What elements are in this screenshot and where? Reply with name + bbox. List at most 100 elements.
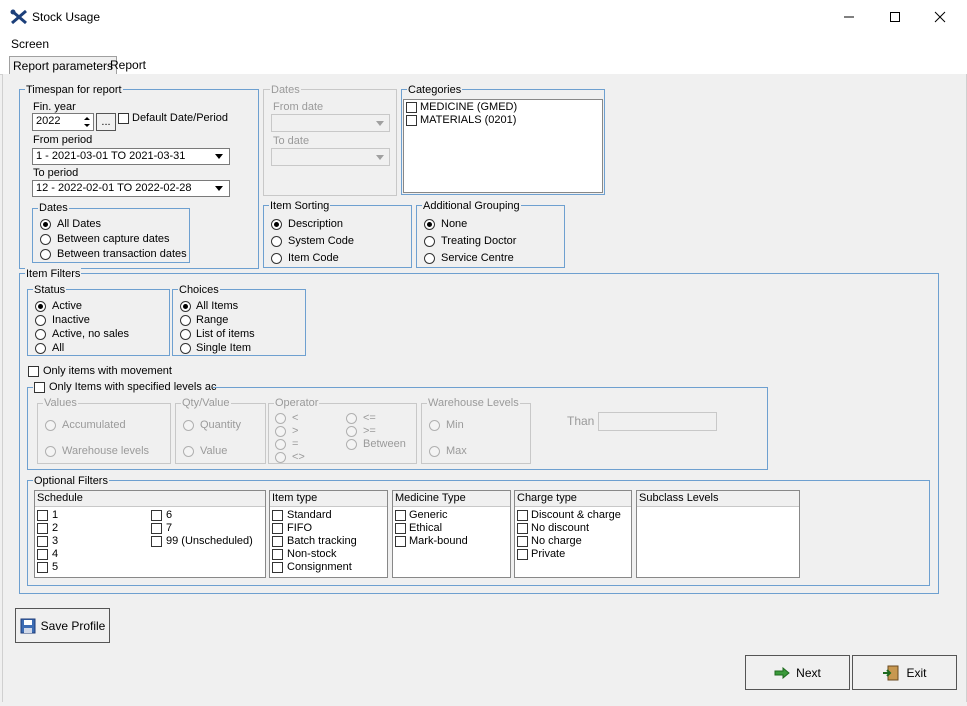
radio-status-active[interactable] bbox=[35, 301, 46, 312]
radio-status-all[interactable] bbox=[35, 343, 46, 354]
from-date-input[interactable] bbox=[271, 114, 390, 132]
category-checkbox-materials[interactable] bbox=[406, 115, 417, 126]
radio-sort-description[interactable] bbox=[271, 219, 282, 230]
item-type-checkbox[interactable] bbox=[272, 562, 283, 573]
only-movement-checkbox[interactable] bbox=[28, 366, 39, 377]
close-button[interactable] bbox=[917, 4, 963, 30]
medicine-type-header: Medicine Type bbox=[393, 491, 510, 507]
item-type-checkbox[interactable] bbox=[272, 510, 283, 521]
radio-wh-min[interactable] bbox=[429, 420, 440, 431]
radio-status-active-no-sales[interactable] bbox=[35, 329, 46, 340]
schedule-checkbox[interactable] bbox=[151, 510, 162, 521]
radio-all-dates[interactable] bbox=[40, 219, 51, 230]
charge-type-checkbox[interactable] bbox=[517, 536, 528, 547]
minimize-button[interactable] bbox=[826, 4, 872, 30]
schedule-checkbox[interactable] bbox=[37, 523, 48, 534]
default-date-checkbox[interactable] bbox=[118, 113, 129, 124]
exit-door-icon bbox=[883, 665, 899, 680]
to-period-label: To period bbox=[33, 167, 79, 179]
to-period-select[interactable]: 12 - 2022-02-01 TO 2022-02-28 bbox=[32, 180, 230, 197]
radio-op-eq[interactable] bbox=[275, 439, 286, 450]
next-button[interactable]: Next bbox=[745, 655, 850, 690]
item-type-label: Standard bbox=[287, 509, 332, 521]
radio-wh-max[interactable] bbox=[429, 446, 440, 457]
radio-quantity[interactable] bbox=[183, 420, 194, 431]
subclass-levels-header: Subclass Levels bbox=[637, 491, 799, 507]
radio-choice-range[interactable] bbox=[180, 315, 191, 326]
radio-op-le[interactable] bbox=[346, 413, 357, 424]
charge-type-header: Charge type bbox=[515, 491, 631, 507]
charge-type-checkbox[interactable] bbox=[517, 523, 528, 534]
medicine-type-checkbox[interactable] bbox=[395, 523, 406, 534]
schedule-checkbox[interactable] bbox=[37, 510, 48, 521]
radio-label: Active, no sales bbox=[52, 328, 130, 340]
radio-choice-list[interactable] bbox=[180, 329, 191, 340]
radio-label: Between bbox=[363, 438, 406, 450]
radio-op-lt[interactable] bbox=[275, 413, 286, 424]
to-date-input[interactable] bbox=[271, 148, 390, 166]
radio-label: System Code bbox=[288, 235, 355, 247]
item-type-checkbox[interactable] bbox=[272, 536, 283, 547]
radio-op-between[interactable] bbox=[346, 439, 357, 450]
values-legend: Values bbox=[43, 397, 78, 409]
than-label: Than bbox=[567, 414, 595, 428]
medicine-type-label: Mark-bound bbox=[409, 535, 468, 547]
menu-screen[interactable]: Screen bbox=[11, 37, 49, 51]
radio-op-gt[interactable] bbox=[275, 426, 286, 437]
minimize-icon bbox=[844, 16, 854, 18]
schedule-label: 3 bbox=[52, 535, 59, 547]
radio-op-ge[interactable] bbox=[346, 426, 357, 437]
from-period-select[interactable]: 1 - 2021-03-01 TO 2021-03-31 bbox=[32, 148, 230, 165]
radio-transaction-dates[interactable] bbox=[40, 249, 51, 260]
charge-type-label: No charge bbox=[531, 535, 582, 547]
schedule-label: 5 bbox=[52, 561, 59, 573]
maximize-button[interactable] bbox=[872, 4, 918, 30]
only-levels-checkbox[interactable] bbox=[34, 382, 45, 393]
radio-sort-item-code[interactable] bbox=[271, 253, 282, 264]
category-label: MATERIALS (0201) bbox=[420, 114, 517, 126]
radio-choice-single[interactable] bbox=[180, 343, 191, 354]
category-checkbox-medicine[interactable] bbox=[406, 102, 417, 113]
charge-type-checkbox[interactable] bbox=[517, 549, 528, 560]
schedule-checkbox[interactable] bbox=[151, 536, 162, 547]
tab-report[interactable]: Report bbox=[107, 56, 149, 74]
radio-values-warehouse[interactable] bbox=[45, 446, 56, 457]
schedule-checkbox[interactable] bbox=[37, 549, 48, 560]
radio-label: Min bbox=[446, 419, 464, 431]
radio-status-inactive[interactable] bbox=[35, 315, 46, 326]
radio-group-none[interactable] bbox=[424, 219, 435, 230]
schedule-label: 2 bbox=[52, 522, 59, 534]
categories-legend: Categories bbox=[407, 84, 463, 96]
radio-op-ne[interactable] bbox=[275, 452, 286, 463]
radio-group-service-centre[interactable] bbox=[424, 253, 435, 264]
item-type-checkbox[interactable] bbox=[272, 523, 283, 534]
fin-year-browse-button[interactable]: ... bbox=[96, 113, 116, 131]
radio-label: Description bbox=[288, 218, 344, 230]
save-profile-button[interactable]: Save Profile bbox=[15, 608, 110, 643]
chevron-down-icon bbox=[215, 154, 223, 159]
radio-group-treating-doctor[interactable] bbox=[424, 236, 435, 247]
exit-button[interactable]: Exit bbox=[852, 655, 957, 690]
schedule-label: 1 bbox=[52, 509, 59, 521]
charge-type-checkbox[interactable] bbox=[517, 510, 528, 521]
schedule-checkbox[interactable] bbox=[37, 562, 48, 573]
radio-choice-all-items[interactable] bbox=[180, 301, 191, 312]
dates-mode-legend: Dates bbox=[38, 202, 69, 214]
medicine-type-checkbox[interactable] bbox=[395, 510, 406, 521]
charge-type-label: Private bbox=[531, 548, 566, 560]
than-input[interactable] bbox=[598, 412, 717, 431]
radio-values-accumulated[interactable] bbox=[45, 420, 56, 431]
schedule-checkbox[interactable] bbox=[151, 523, 162, 534]
radio-sort-system-code[interactable] bbox=[271, 236, 282, 247]
medicine-type-checkbox[interactable] bbox=[395, 536, 406, 547]
radio-capture-dates[interactable] bbox=[40, 234, 51, 245]
status-group bbox=[27, 289, 170, 356]
schedule-checkbox[interactable] bbox=[37, 536, 48, 547]
item-type-checkbox[interactable] bbox=[272, 549, 283, 560]
radio-value[interactable] bbox=[183, 446, 194, 457]
tab-report-parameters[interactable]: Report parameters bbox=[9, 56, 118, 74]
dates-legend: Dates bbox=[270, 84, 301, 96]
radio-label: Treating Doctor bbox=[441, 235, 517, 247]
spinner-arrows-icon[interactable] bbox=[81, 114, 93, 130]
optional-filters-legend: Optional Filters bbox=[33, 475, 109, 487]
